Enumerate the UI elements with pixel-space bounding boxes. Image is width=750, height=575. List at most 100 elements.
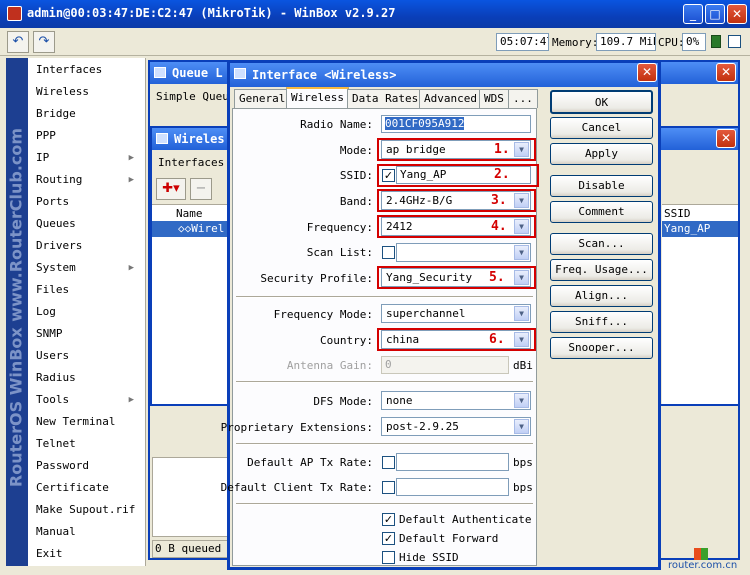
menu-item-bridge[interactable]: Bridge [28,103,144,125]
default-forward-checkbox[interactable]: ✓ [382,532,395,545]
tab-data-rates[interactable]: Data Rates [347,89,424,108]
tab-more[interactable]: ... [508,89,538,108]
menu-item-files[interactable]: Files [28,279,144,301]
menu-item-wireless[interactable]: Wireless [28,81,144,103]
menu-item-ppp[interactable]: PPP [28,125,144,147]
chevron-down-icon: ▼ [514,306,529,321]
menu-item-password[interactable]: Password [28,455,144,477]
default-ap-tx-rate-unit: bps [513,456,533,469]
comment-button[interactable]: Comment [550,201,653,223]
radio-name-value: 001CF095A912 [385,117,465,130]
menu-item-certificate[interactable]: Certificate [28,477,144,499]
menu-item-interfaces[interactable]: Interfaces [28,59,144,81]
scan-list-select[interactable]: ▼ [396,243,531,262]
menu-item-label: Routing [36,173,83,186]
menu-item-tools[interactable]: Tools ▶ [28,389,144,411]
dialog-titlebar[interactable]: Interface <Wireless> [230,63,658,87]
annotation-number-5: 5. [489,270,505,285]
menu-item-ports[interactable]: Ports [28,191,144,213]
snooper-button[interactable]: Snooper... [550,337,653,359]
menu-item-label: New Terminal [36,415,116,428]
watermark-text: router.com.cn [668,560,738,571]
dfs-mode-value: none [386,394,413,407]
menu-item-system[interactable]: System ▶ [28,257,144,279]
antenna-gain-label: Antenna Gain: [286,359,373,372]
menu-item-snmp[interactable]: SNMP [28,323,144,345]
main-titlebar: admin@00:03:47:DE:C2:47 (MikroTik) - Win… [0,0,750,28]
menu-item-telnet[interactable]: Telnet [28,433,144,455]
memory-value: 109.7 MiB [596,33,656,51]
redo-icon[interactable]: ↷ [33,31,55,53]
align-button[interactable]: Align... [550,285,653,307]
default-authenticate-checkbox[interactable]: ✓ [382,513,395,526]
tab-simple-queues[interactable]: Simple Queue [156,90,235,103]
menu-item-label: Log [36,305,56,318]
maximize-icon[interactable]: □ [705,4,725,24]
hide-ssid-checkbox[interactable] [382,551,395,564]
column-header-ssid[interactable]: SSID [664,207,691,220]
menu-item-routing[interactable]: Routing ▶ [28,169,144,191]
undo-icon[interactable]: ↶ [7,31,29,53]
proprietary-extensions-select[interactable]: post-2.9.25 ▼ [381,417,531,436]
tab-advanced[interactable]: Advanced [419,89,482,108]
clock-display: 05:07:47 [496,33,549,51]
menu-item-label: Radius [36,371,76,384]
dfs-mode-select[interactable]: none ▼ [381,391,531,410]
menu-item-exit[interactable]: Exit [28,543,144,565]
tab-general[interactable]: General [234,89,291,108]
annotation-number-2: 2. [494,167,510,182]
close-icon[interactable]: ✕ [727,4,747,24]
ok-button[interactable]: OK [550,90,653,114]
frequency-mode-value: superchannel [386,307,466,320]
remove-icon[interactable]: − [190,178,212,200]
tab-wds[interactable]: WDS [479,89,509,108]
scan-list-checkbox[interactable] [382,246,395,259]
cpu-label: CPU: [658,36,685,49]
default-ap-tx-rate-label: Default AP Tx Rate: [247,456,373,469]
antenna-gain-unit: dBi [513,359,533,372]
tab-wireless[interactable]: Wireless [286,87,349,109]
column-header-name[interactable]: Name [176,207,203,220]
freq-usage-button[interactable]: Freq. Usage... [550,259,653,281]
annotation-box-security-profile [377,266,536,289]
menu-item-make-supout[interactable]: Make Supout.rif [28,499,144,521]
menu-item-queues[interactable]: Queues [28,213,144,235]
add-icon[interactable]: ✚▾ [156,178,186,200]
menu-item-label: PPP [36,129,56,142]
menu-item-ip[interactable]: IP ▶ [28,147,144,169]
antenna-gain-input[interactable]: 0 [381,356,509,374]
menu-item-new-terminal[interactable]: New Terminal [28,411,144,433]
menu-item-log[interactable]: Log [28,301,144,323]
default-ap-tx-rate-input[interactable] [396,453,509,471]
annotation-box-country [377,328,536,351]
menu-item-users[interactable]: Users [28,345,144,367]
annotation-box-frequency [377,215,536,238]
menu-item-radius[interactable]: Radius [28,367,144,389]
wireless-window-close-icon[interactable]: ✕ [716,129,736,148]
scan-list-label: Scan List: [306,246,373,259]
default-client-tx-rate-checkbox[interactable] [382,481,395,494]
radio-name-input[interactable]: 001CF095A912 [381,115,531,133]
default-ap-tx-rate-checkbox[interactable] [382,456,395,469]
apply-button[interactable]: Apply [550,143,653,165]
dialog-close-icon[interactable]: ✕ [637,63,657,82]
cancel-button[interactable]: Cancel [550,117,653,139]
default-authenticate-label: Default Authenticate [399,513,532,526]
table-row[interactable]: ◇◇Wirel [152,221,228,237]
menu-item-drivers[interactable]: Drivers [28,235,144,257]
chevron-down-icon: ▼ [514,245,529,260]
hide-passwords-checkbox[interactable] [728,35,741,48]
queue-window-close-icon[interactable]: ✕ [716,63,736,82]
security-profile-label: Security Profile: [260,272,373,285]
table-row-ssid[interactable]: Yang_AP [662,221,738,237]
sniff-button[interactable]: Sniff... [550,311,653,333]
window-icon [156,133,168,144]
queue-window-title: Queue L [172,66,223,80]
disable-button[interactable]: Disable [550,175,653,197]
menu-item-manual[interactable]: Manual [28,521,144,543]
frequency-mode-select[interactable]: superchannel ▼ [381,304,531,323]
scan-button[interactable]: Scan... [550,233,653,255]
minimize-icon[interactable]: _ [683,4,703,24]
tab-interfaces[interactable]: Interfaces [158,156,224,169]
default-client-tx-rate-input[interactable] [396,478,509,496]
